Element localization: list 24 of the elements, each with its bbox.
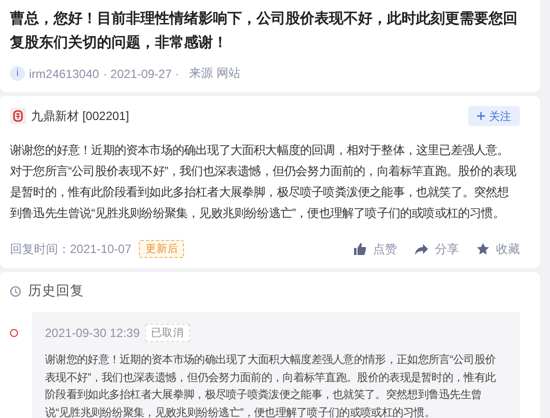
updated-tag: 更新后 (139, 240, 184, 258)
reply-time: 回复时间：2021-10-07 (10, 240, 132, 258)
question-source: 来源 网站 (189, 65, 240, 82)
answer-text: 谢谢您的好意！近期的资本市场的确出现了大面积大幅度的回调，相对于整体，这里已差强人意。对于您所言“公司股价表现不好”，我们也深表遗憾，但仍会努力面前的，向着标竿直跑。股价的表现是暂时的，惟有此阶段看到如此多抬杠者大展拳脚，极尽喷子喷粪泼便之能事，也就笑了。突然想到鲁迅先生曾说“见胜兆则纷纷聚集，见败兆则纷纷逃亡”，便也理解了喷子们的或喷或杠的习惯。 (10, 142, 518, 222)
like-button[interactable]: 点赞 (354, 240, 397, 258)
timeline-dot (10, 329, 18, 337)
follow-button[interactable]: 关注 (468, 106, 520, 126)
user-avatar: i (10, 66, 25, 81)
star-icon (477, 243, 489, 255)
company-name[interactable]: 九鼎新材 [002201] (31, 108, 130, 124)
question-text: 曹总，您好！目前非理性情绪影响下，公司股价表现不好，此时此刻更需要您回复股东们关切的问题，非常感谢！ (10, 10, 518, 53)
thumbs-up-icon (354, 243, 366, 255)
share-arrow-icon (415, 244, 428, 254)
favorite-button[interactable]: 收藏 (477, 240, 520, 258)
user-name[interactable]: irm24613040 (29, 66, 100, 80)
company-logo (10, 108, 26, 124)
history-time: 2021-09-30 12:39 (45, 326, 140, 340)
plus-icon (477, 112, 485, 120)
share-button[interactable]: 分享 (415, 240, 459, 258)
history-text: 谢谢您的好意！近期的资本市场的确出现了大面积大幅度差强人意的情形，正如您所言“公司股价表现不好”，我们也深表遗憾，但仍会努力面前的，向着标竿直跑。股价的表现是暂时的，惟有此阶段看到如此多抬杠者大展拳脚，极尽喷子喷粪泼便之能事，也就笑了。突然想到鲁迅先生曾说“见胜兆则纷纷聚集，见败兆则纷纷逃亡”，便也理解了喷子们的或喷或杠的习惯。 (45, 352, 497, 418)
history-title: 历史回复 (28, 282, 84, 300)
clock-icon (10, 286, 21, 296)
cancelled-tag: 已取消 (144, 324, 190, 342)
question-date: · 2021-09-27 · (103, 66, 180, 80)
